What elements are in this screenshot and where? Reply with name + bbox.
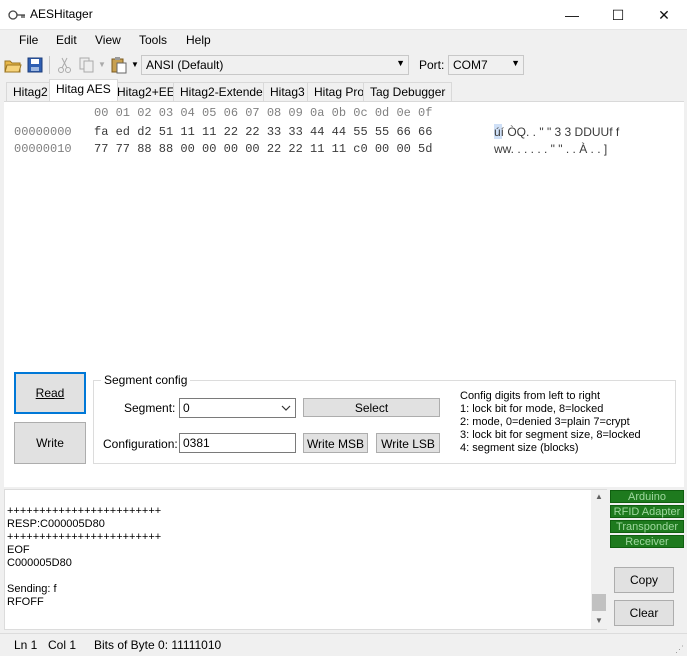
write-msb-button[interactable]: Write MSB: [303, 433, 368, 453]
status-receiver: Receiver: [610, 535, 684, 548]
encoding-value: ANSI (Default): [146, 58, 224, 72]
hex-bytes-row[interactable]: 77 77 88 88 00 00 00 00 22 22 11 11 c0 0…: [94, 142, 432, 156]
maximize-button[interactable]: ☐: [595, 0, 641, 30]
menu-help[interactable]: Help: [186, 33, 211, 47]
toolbar-separator: [49, 56, 50, 74]
key-app-icon: [8, 10, 25, 20]
status-column: Col 1: [48, 638, 77, 652]
config-help-text: Config digits from left to right 1: lock…: [460, 390, 641, 455]
read-button[interactable]: Read: [14, 372, 86, 414]
write-button-label: Write: [36, 436, 64, 450]
segment-config-title: Segment config: [101, 373, 191, 387]
hex-offset: 00000010: [14, 142, 72, 156]
status-arduino: Arduino: [610, 490, 684, 503]
copy-icon[interactable]: [78, 56, 96, 74]
read-button-label: Read: [35, 386, 65, 400]
segment-select[interactable]: 0: [179, 398, 296, 418]
tab-hitag2-ee[interactable]: Hitag2+EE: [110, 82, 182, 101]
paste-dropdown-icon[interactable]: ▼: [131, 60, 139, 69]
cut-icon[interactable]: [56, 56, 74, 74]
copy-button-label: Copy: [629, 573, 658, 587]
minimize-button[interactable]: —: [549, 0, 595, 30]
select-button[interactable]: Select: [303, 398, 440, 417]
copy-button[interactable]: Copy: [614, 567, 674, 593]
menu-view[interactable]: View: [95, 33, 121, 47]
save-icon[interactable]: [26, 56, 44, 74]
close-button[interactable]: ✕: [641, 0, 687, 30]
tab-hitag2[interactable]: Hitag2: [6, 82, 55, 101]
status-rfid-adapter: RFID Adapter: [610, 505, 684, 518]
maximize-icon: ☐: [611, 6, 625, 23]
hex-offset: 00000000: [14, 125, 72, 139]
tab-hitag-pro[interactable]: Hitag Pro: [307, 82, 372, 101]
help-line: Config digits from left to right: [460, 390, 601, 402]
configuration-input[interactable]: [179, 433, 296, 453]
chevron-down-icon: ▼: [396, 58, 405, 68]
menu-bar: File Edit View Tools Help: [0, 30, 687, 50]
log-scrollbar[interactable]: ▲ ▼: [591, 490, 607, 629]
help-line: 4: segment size (blocks): [460, 442, 579, 454]
status-line: Ln 1: [14, 638, 38, 652]
port-select[interactable]: COM7 ▼: [448, 55, 524, 75]
chevron-down-icon: [281, 405, 291, 411]
write-button[interactable]: Write: [14, 422, 86, 464]
scroll-thumb[interactable]: [592, 594, 606, 611]
segment-label: Segment:: [124, 401, 176, 415]
segment-value: 0: [183, 401, 190, 415]
menu-edit[interactable]: Edit: [56, 33, 77, 47]
tab-hitag2-extended[interactable]: Hitag2-Extended: [173, 82, 277, 101]
help-line: 2: mode, 0=denied 3=plain 7=crypt: [460, 416, 630, 428]
port-label: Port:: [419, 58, 445, 72]
status-bits: Bits of Byte 0: 11111010: [94, 638, 222, 652]
tab-hitag3[interactable]: Hitag3: [263, 82, 312, 101]
clear-button-label: Clear: [629, 606, 659, 620]
clear-button[interactable]: Clear: [614, 600, 674, 626]
chevron-down-icon: ▼: [511, 58, 520, 68]
hex-column-header: 00 01 02 03 04 05 06 07 08 09 0a 0b 0c 0…: [94, 106, 433, 120]
copy-dropdown-icon[interactable]: ▼: [98, 60, 106, 69]
scroll-up-icon[interactable]: ▲: [595, 492, 603, 501]
help-line: 3: lock bit for segment size, 8=locked: [460, 429, 641, 441]
status-transponder: Transponder: [610, 520, 684, 533]
log-text: ++++++++++++++++++++++++ RESP:C000005D80…: [7, 505, 162, 608]
encoding-select[interactable]: ANSI (Default) ▼: [141, 55, 409, 75]
resize-grip-icon[interactable]: ⋰: [675, 644, 684, 655]
hex-ascii-row[interactable]: úí ÒQ. . " " 3 3 DDUUf f: [494, 125, 619, 139]
tab-tag-debugger[interactable]: Tag Debugger: [363, 82, 453, 101]
hex-ascii-row[interactable]: ww. . . . . . " " . . À . . ]: [494, 142, 607, 156]
close-icon: ✕: [658, 6, 670, 23]
tab-hitag-aes[interactable]: Hitag AES: [49, 79, 118, 101]
menu-tools[interactable]: Tools: [139, 33, 167, 47]
paste-icon[interactable]: [110, 56, 128, 74]
configuration-label: Configuration:: [103, 437, 178, 451]
hex-bytes-row[interactable]: fa ed d2 51 11 11 22 22 33 33 44 44 55 5…: [94, 125, 432, 139]
port-value: COM7: [453, 58, 488, 72]
window-title: AESHitager: [30, 7, 93, 21]
scroll-down-icon[interactable]: ▼: [595, 616, 603, 625]
help-line: 1: lock bit for mode, 8=locked: [460, 403, 604, 415]
title-bar: AESHitager — ☐ ✕: [0, 0, 687, 30]
menu-file[interactable]: File: [19, 33, 38, 47]
write-lsb-button[interactable]: Write LSB: [376, 433, 440, 453]
minimize-icon: —: [565, 7, 579, 23]
open-folder-icon[interactable]: [4, 56, 22, 74]
